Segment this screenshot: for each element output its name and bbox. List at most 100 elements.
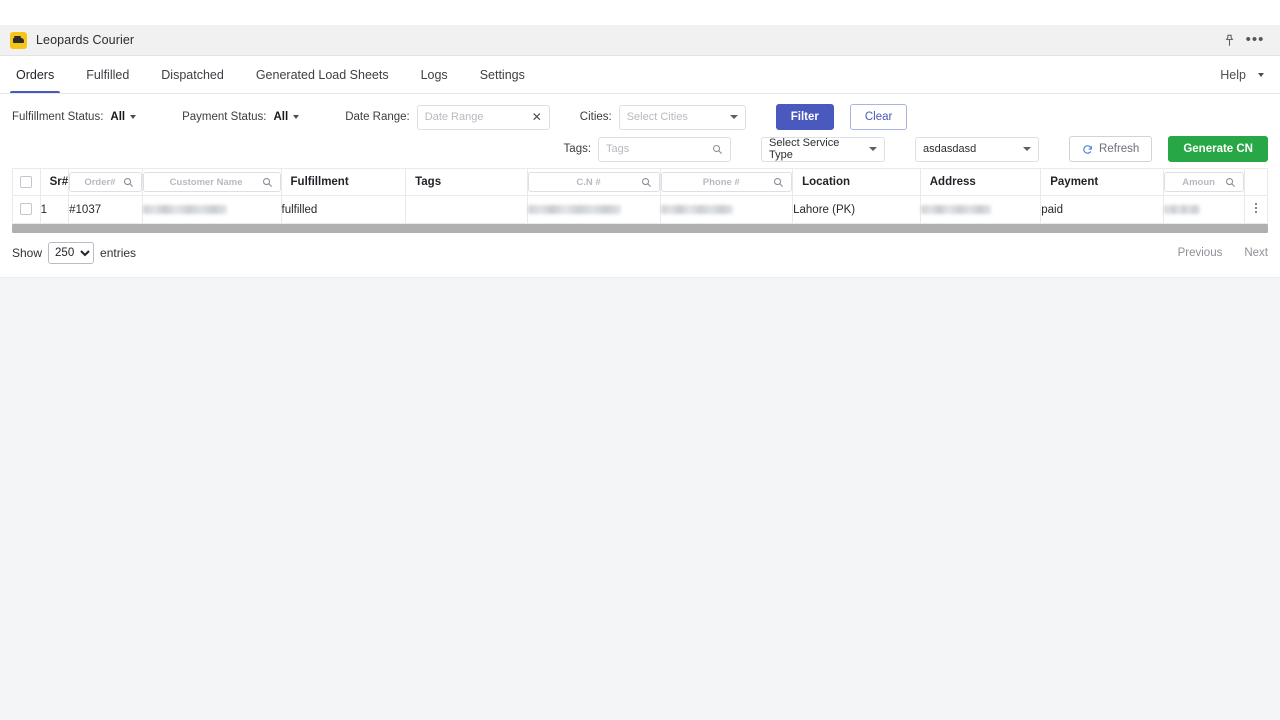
phone-search-input[interactable]: Phone # [661,172,792,192]
chevron-down-icon [1023,147,1031,151]
tab-fulfilled-label: Fulfilled [86,68,129,82]
cell-customer-name [142,196,281,224]
tab-generated-load-sheets[interactable]: Generated Load Sheets [240,56,405,93]
tab-fulfilled[interactable]: Fulfilled [70,56,145,93]
tab-orders-label: Orders [16,68,54,82]
header-phone-search: Phone # [661,169,793,196]
chevron-down-icon [130,115,136,119]
cities-select[interactable]: Select Cities [619,105,746,130]
table-row[interactable]: 1 #1037 fulfilled Lahore (PK) [13,196,1268,224]
order-search-input[interactable]: Order# [69,172,142,192]
account-select[interactable]: asdasdasd [915,137,1039,162]
filter-button[interactable]: Filter [776,104,834,130]
show-entries-control: Show 250 entries [12,242,136,264]
tags-filter: Tags: Tags [564,137,732,162]
refresh-label: Refresh [1099,143,1139,155]
date-range-clear-icon[interactable]: ✕ [526,111,542,123]
tab-settings-label: Settings [480,68,525,82]
payment-status-filter[interactable]: Payment Status: All [182,111,299,123]
previous-page-button[interactable]: Previous [1178,247,1223,259]
help-label: Help [1220,68,1246,82]
cell-tags [406,196,528,224]
order-search-placeholder: Order# [77,177,123,188]
filter-row-primary: Fulfillment Status: All Payment Status: … [12,104,1268,130]
table-header-row: Sr# Order# Customer Name [13,169,1268,196]
refresh-button[interactable]: Refresh [1069,136,1152,162]
cities-label: Cities: [580,111,612,123]
refresh-icon [1082,144,1093,155]
nav-spacer [541,56,1214,93]
fulfillment-status-label: Fulfillment Status: [12,111,103,123]
header-location: Location [793,169,921,196]
cell-sr: 1 [40,196,69,224]
chevron-down-icon [1258,73,1264,77]
filter-row-secondary: Tags: Tags Select Service Type asdasdasd [12,136,1268,162]
service-type-placeholder: Select Service Type [769,137,861,161]
app-window: Leopards Courier ••• Orders Fulfilled Di… [0,0,1280,720]
header-tags: Tags [406,169,528,196]
select-all-checkbox[interactable] [20,176,32,188]
browser-top-strip [0,0,1280,25]
table-body: 1 #1037 fulfilled Lahore (PK) [13,196,1268,224]
header-fulfillment-label: Fulfillment [282,176,406,188]
tab-generated-load-sheets-label: Generated Load Sheets [256,68,389,82]
table-footer: Show 250 entries Previous Next [0,233,1280,276]
cell-order-number: #1037 [69,196,143,224]
header-sr-label: Sr# [41,176,69,188]
horizontal-scrollbar[interactable] [12,224,1268,233]
entries-per-page-select[interactable]: 250 [48,242,94,264]
header-payment: Payment [1041,169,1164,196]
chevron-down-icon [730,115,738,119]
tab-orders[interactable]: Orders [0,56,70,93]
row-select-checkbox[interactable] [20,203,32,215]
search-icon [262,177,273,188]
tags-placeholder: Tags [606,143,712,155]
tags-input[interactable]: Tags [598,137,731,162]
search-icon [641,177,652,188]
customer-name-search-input[interactable]: Customer Name [143,172,281,192]
date-range-filter: Date Range: Date Range ✕ [345,105,550,130]
generate-cn-button[interactable]: Generate CN [1168,136,1268,162]
select-all-header [13,169,41,196]
header-order-search: Order# [69,169,143,196]
help-menu[interactable]: Help [1214,56,1270,93]
more-options-icon[interactable]: ••• [1244,29,1266,51]
main-navigation: Orders Fulfilled Dispatched Generated Lo… [0,56,1280,94]
tab-logs[interactable]: Logs [405,56,464,93]
chevron-down-icon [293,115,299,119]
search-icon [712,144,723,155]
header-tags-label: Tags [406,176,527,188]
next-page-button[interactable]: Next [1244,247,1268,259]
page-background [0,278,1280,720]
entries-label: entries [100,246,136,260]
clear-button[interactable]: Clear [850,104,907,130]
customer-search-placeholder: Customer Name [151,177,262,188]
amount-search-input[interactable]: Amoun [1164,172,1245,192]
pin-icon[interactable] [1218,29,1240,51]
tab-dispatched[interactable]: Dispatched [145,56,240,93]
kebab-menu-icon[interactable] [1255,201,1258,215]
redacted-customer-name [143,205,227,214]
orders-table-container: Sr# Order# Customer Name [0,168,1280,224]
date-range-input[interactable]: Date Range ✕ [417,105,550,130]
search-icon [773,177,784,188]
orders-table: Sr# Order# Customer Name [12,168,1268,224]
redacted-address [921,205,991,214]
header-location-label: Location [793,176,920,188]
redacted-phone [661,205,733,214]
header-fulfillment: Fulfillment [281,169,406,196]
cell-address [920,196,1040,224]
fulfillment-status-filter[interactable]: Fulfillment Status: All [12,111,136,123]
tags-label: Tags: [564,143,592,155]
service-type-select[interactable]: Select Service Type [761,137,885,162]
phone-search-placeholder: Phone # [669,177,773,188]
cell-cn-number [527,196,661,224]
cn-search-input[interactable]: C.N # [528,172,661,192]
app-title: Leopards Courier [36,33,134,47]
tab-settings[interactable]: Settings [464,56,541,93]
date-range-label: Date Range: [345,111,410,123]
redacted-cn-number [528,205,621,214]
payment-status-label: Payment Status: [182,111,266,123]
cell-fulfillment: fulfilled [281,196,406,224]
cell-phone [661,196,793,224]
